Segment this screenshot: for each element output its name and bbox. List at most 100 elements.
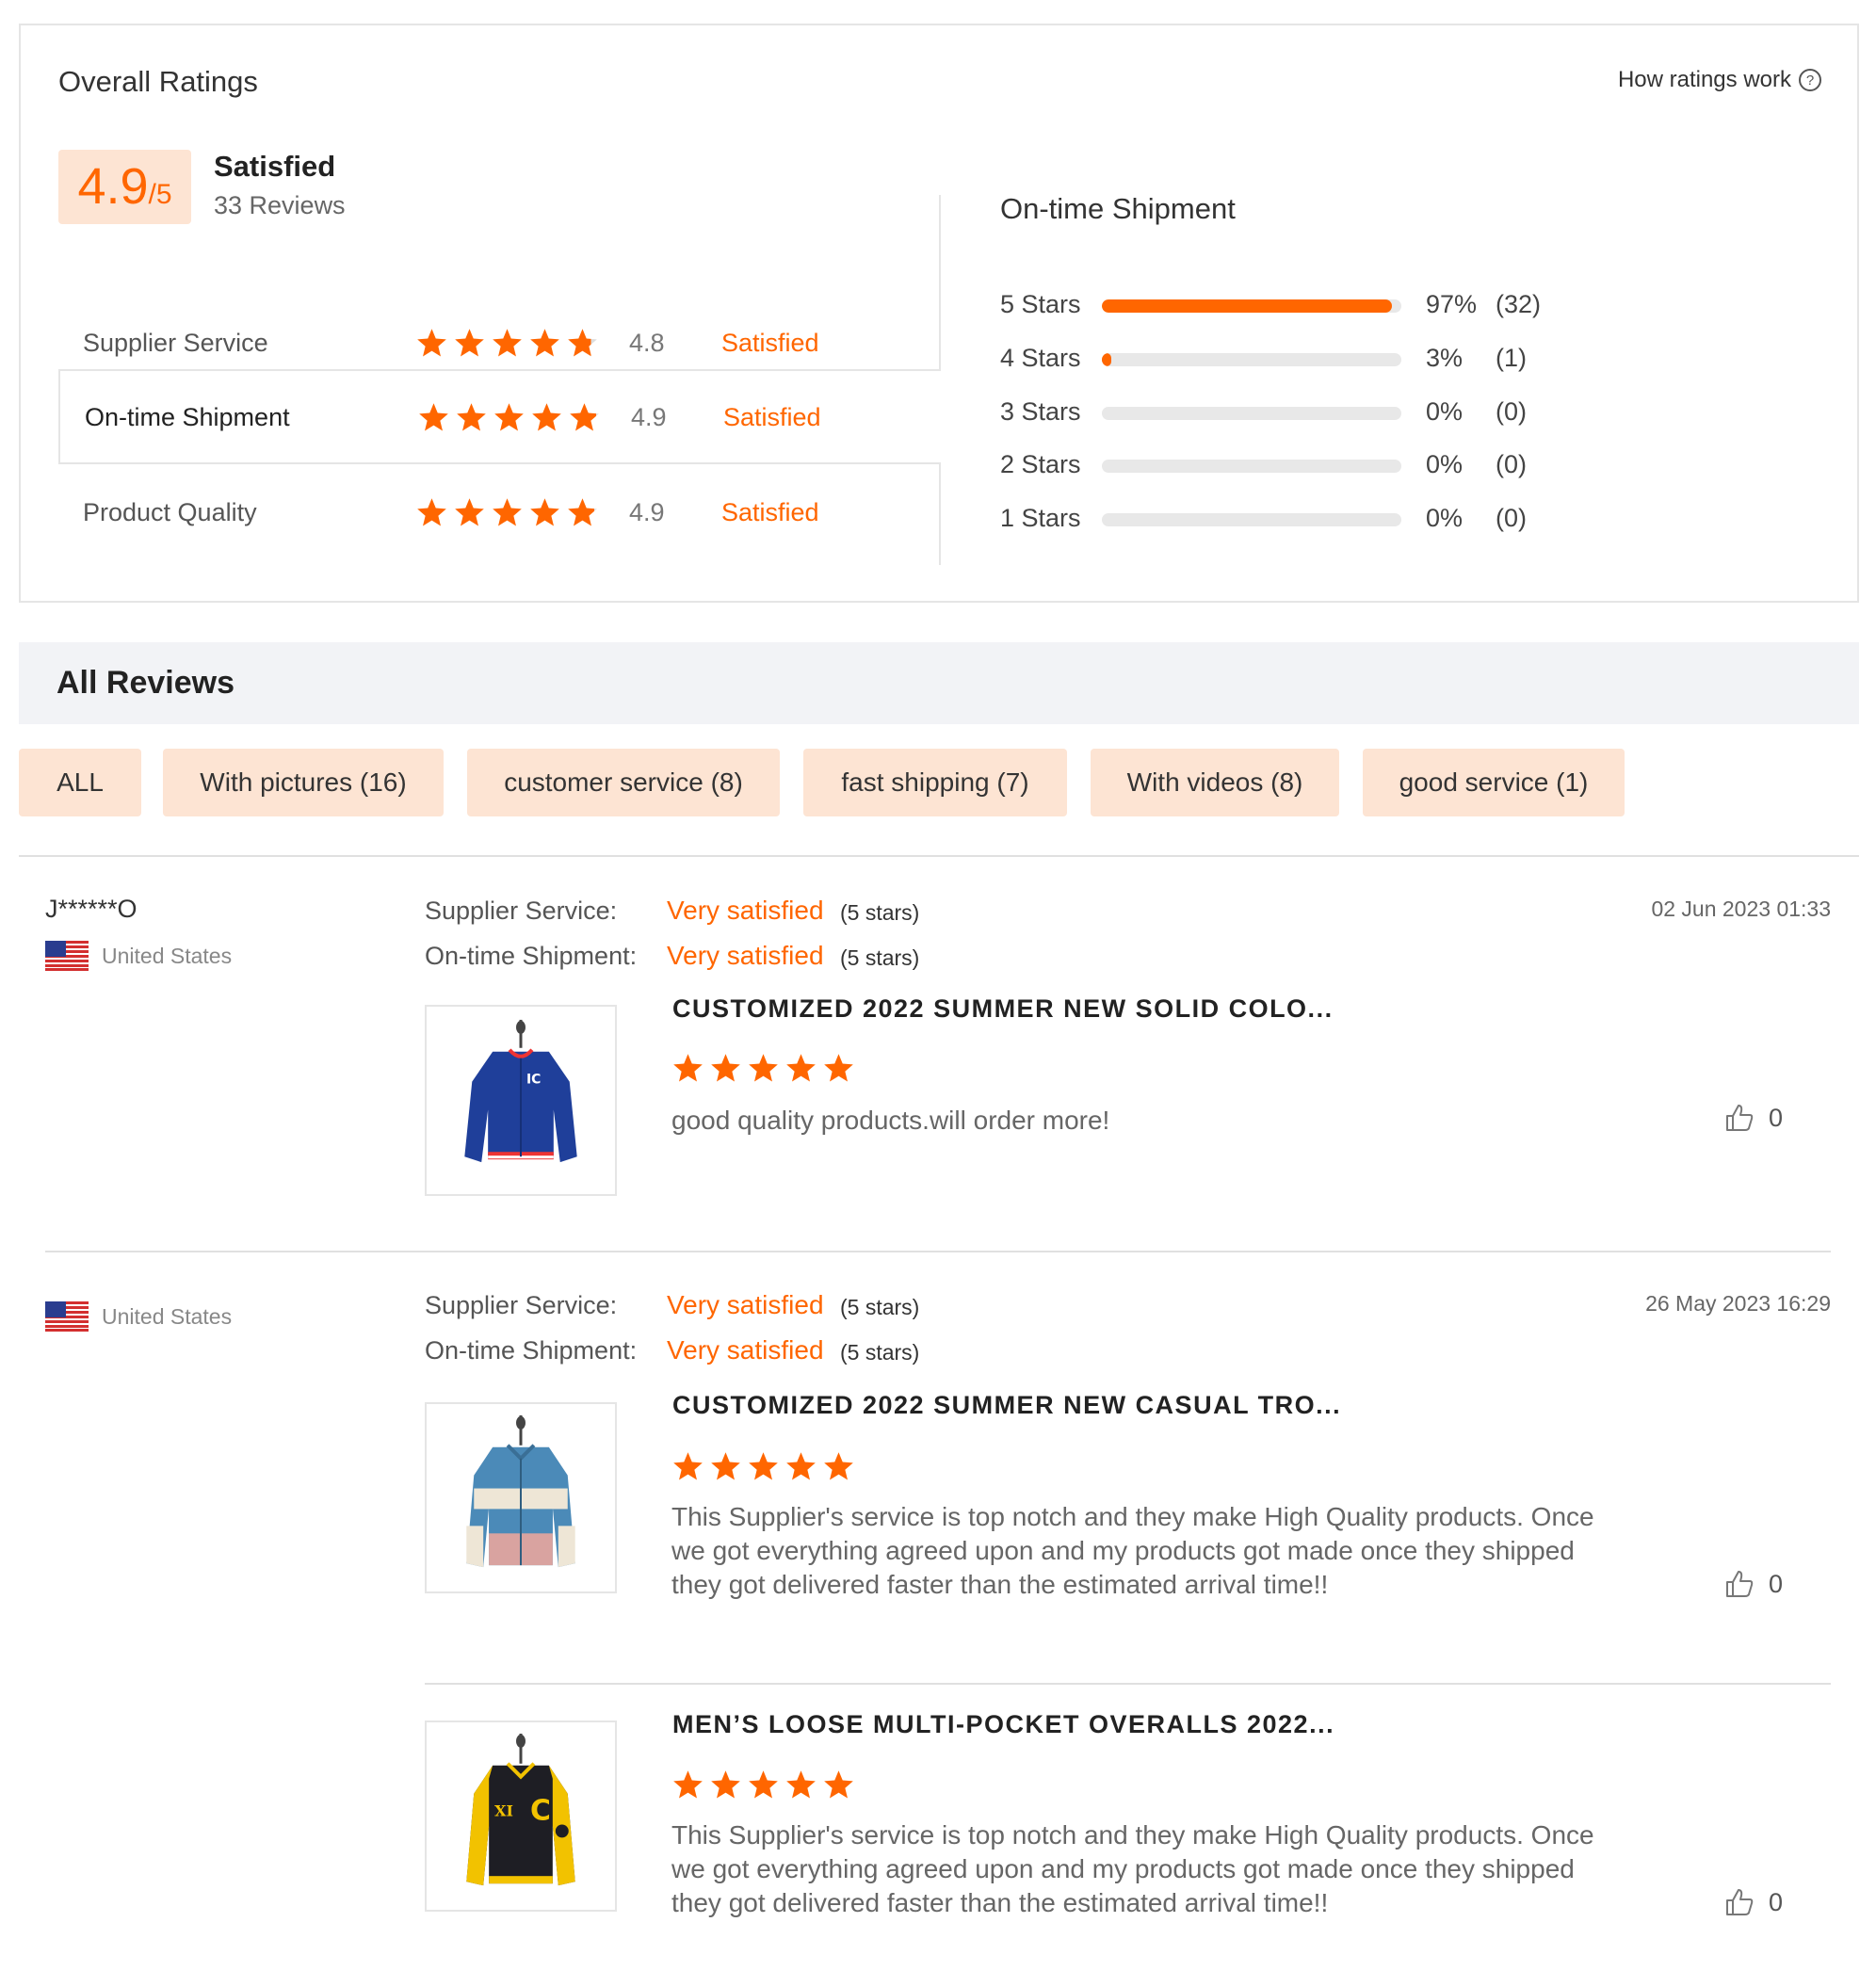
star-icon	[491, 496, 524, 529]
overall-reviews-count: 33 Reviews	[214, 191, 346, 219]
star-icon	[417, 401, 450, 434]
product-title[interactable]: CUSTOMIZED 2022 SUMMER NEW CASUAL TRO...	[672, 1391, 1341, 1420]
shipment-value: Very satisfied	[667, 1335, 824, 1365]
shipment-label: On-time Shipment:	[425, 1336, 638, 1365]
star-icon	[566, 327, 599, 360]
shipment-value: Very satisfied	[667, 941, 824, 970]
star-icon	[528, 496, 561, 529]
review-separator	[45, 1251, 1831, 1252]
filter-chip-customer-service[interactable]: customer service (8)	[467, 749, 780, 816]
review-date: 26 May 2023 16:29	[1645, 1291, 1831, 1316]
distribution-label: 3 Stars	[1000, 397, 1081, 426]
supplier-service-value: Very satisfied	[667, 1290, 824, 1319]
distribution-row-2-stars: 2 Stars 0% (0)	[1000, 446, 1565, 484]
filter-chip-with-pictures[interactable]: With pictures (16)	[163, 749, 444, 816]
star-icon	[709, 1052, 742, 1085]
distribution-row-4-stars: 4 Stars 3% (1)	[1000, 340, 1565, 378]
star-icon	[568, 401, 601, 434]
star-icon	[784, 1450, 817, 1483]
thumbs-up-icon	[1723, 1568, 1755, 1600]
distribution-row-5-stars: 5 Stars 97% (32)	[1000, 286, 1565, 324]
distribution-label: 4 Stars	[1000, 344, 1081, 372]
star-icon	[822, 1450, 855, 1483]
star-icon	[747, 1450, 780, 1483]
star-icon	[530, 401, 563, 434]
distribution-bar-fill	[1102, 353, 1111, 366]
distribution-count: (0)	[1496, 397, 1527, 426]
star-icon	[493, 401, 526, 434]
product-title[interactable]: MEN’S LOOSE MULTI-POCKET OVERALLS 2022..…	[672, 1710, 1334, 1739]
rating-value: 4.9	[629, 498, 665, 526]
product-thumbnail[interactable]: IC	[425, 1005, 617, 1196]
rating-row-product-quality[interactable]: Product Quality 4.9 Satisfied	[58, 466, 941, 561]
star-icon	[455, 401, 488, 434]
rating-value: 4.9	[631, 403, 667, 431]
rating-stars	[415, 496, 599, 529]
like-count: 0	[1769, 1569, 1784, 1598]
like-button[interactable]: 0	[1723, 1568, 1783, 1600]
svg-text:C: C	[530, 1794, 551, 1827]
overall-score: 4.9	[77, 158, 149, 215]
svg-text:XI: XI	[494, 1802, 513, 1820]
filter-chip-all[interactable]: ALL	[19, 749, 141, 816]
star-icon	[822, 1052, 855, 1085]
distribution-percent: 3%	[1426, 344, 1464, 372]
review-comment: This Supplier's service is top notch and…	[671, 1502, 1594, 1599]
rating-value: 4.8	[629, 329, 665, 357]
overall-ratings-card: Overall Ratings How ratings work ? 4.9 /…	[19, 24, 1859, 603]
star-icon	[415, 327, 448, 360]
supplier-service-note: (5 stars)	[840, 900, 920, 925]
product-thumbnail[interactable]: XI C	[425, 1720, 617, 1912]
distribution-label: 5 Stars	[1000, 290, 1081, 318]
overall-ratings-title: Overall Ratings	[58, 65, 258, 98]
how-ratings-work-link[interactable]: How ratings work ?	[1618, 67, 1821, 93]
distribution-percent: 97%	[1426, 290, 1478, 318]
distribution-percent: 0%	[1426, 504, 1464, 532]
blue-varsity-jacket-image: IC	[427, 1007, 615, 1194]
star-icon	[566, 496, 599, 529]
star-icon	[491, 327, 524, 360]
product-rating-stars	[671, 1450, 855, 1483]
star-icon	[784, 1052, 817, 1085]
rating-stars	[415, 327, 599, 360]
star-icon	[784, 1769, 817, 1801]
filter-chip-fast-shipping[interactable]: fast shipping (7)	[803, 749, 1067, 816]
rating-status: Satisfied	[721, 498, 819, 526]
rating-row-label: Product Quality	[83, 498, 257, 526]
country-name: United States	[102, 943, 233, 968]
distribution-percent: 0%	[1426, 397, 1464, 426]
overall-satisfaction-label: Satisfied	[214, 150, 336, 183]
black-yellow-jacket-image: XI C	[427, 1722, 615, 1910]
svg-text:IC: IC	[526, 1073, 541, 1088]
star-icon	[671, 1450, 704, 1483]
distribution-bar-fill	[1102, 299, 1393, 313]
filter-chip-good-service[interactable]: good service (1)	[1363, 749, 1625, 816]
reviewer-country: United States	[45, 1301, 232, 1332]
supplier-service-value: Very satisfied	[667, 896, 824, 925]
rating-row-on-time-shipment[interactable]: On-time Shipment 4.9 Satisfied	[58, 369, 941, 464]
shipment-label: On-time Shipment:	[425, 942, 638, 970]
shipment-note: (5 stars)	[840, 945, 920, 970]
supplier-service-label: Supplier Service:	[425, 1291, 618, 1319]
thumbs-up-icon	[1723, 1886, 1755, 1918]
distribution-count: (1)	[1496, 344, 1527, 372]
product-separator	[425, 1683, 1831, 1685]
star-icon	[415, 496, 448, 529]
filter-chip-with-videos[interactable]: With videos (8)	[1091, 749, 1339, 816]
like-button[interactable]: 0	[1723, 1886, 1783, 1918]
review-comment: good quality products.will order more!	[671, 1106, 1110, 1135]
star-icon	[528, 327, 561, 360]
reviews-divider	[19, 855, 1859, 857]
distribution-count: (0)	[1496, 504, 1527, 532]
how-ratings-work-label: How ratings work	[1617, 67, 1791, 92]
product-thumbnail[interactable]	[425, 1402, 617, 1593]
star-icon	[671, 1052, 704, 1085]
distribution-bar	[1102, 353, 1401, 366]
distribution-row-3-stars: 3 Stars 0% (0)	[1000, 394, 1565, 431]
us-flag-icon	[45, 941, 89, 971]
distribution-count: (32)	[1496, 290, 1542, 318]
like-button[interactable]: 0	[1723, 1102, 1783, 1134]
distribution-row-1-stars: 1 Stars 0% (0)	[1000, 500, 1565, 538]
product-title[interactable]: CUSTOMIZED 2022 SUMMER NEW SOLID COLO...	[672, 994, 1334, 1024]
star-icon	[671, 1769, 704, 1801]
